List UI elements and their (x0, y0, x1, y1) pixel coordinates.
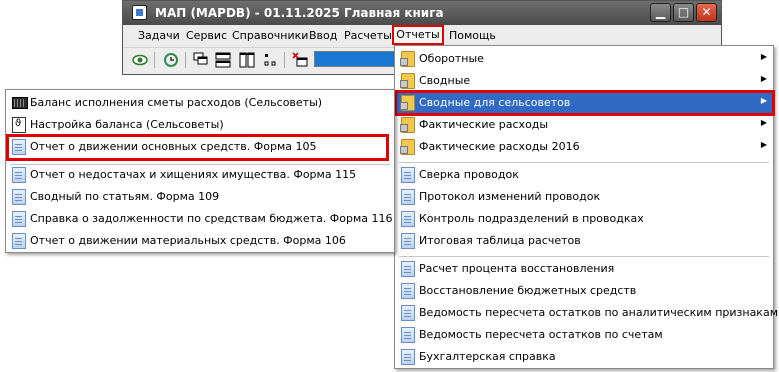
submenu-item-form-106[interactable]: Отчет о движении материальных средств. Ф… (6, 230, 394, 252)
menu-item-label: Восстановление бюджетных средств (419, 284, 637, 297)
menu-directories[interactable]: Справочники (232, 29, 308, 42)
menu-item-label: Контроль подразделений в проводках (419, 212, 644, 225)
menu-help[interactable]: Помощь (449, 29, 496, 42)
menu-item-label: Справка о задолженности по средствам бюд… (30, 212, 393, 225)
menu-item-actual-expenses[interactable]: Фактические расходы ▶ (395, 114, 773, 136)
folder-icon (400, 139, 415, 155)
menu-item-recount-analytic[interactable]: Ведомость пересчета остатков по аналитич… (395, 302, 778, 324)
tile-horizontal-icon[interactable] (215, 52, 231, 68)
menu-item-label: Отчет о движении материальных средств. Ф… (30, 234, 346, 247)
submenu-arrow-icon: ▶ (760, 52, 767, 61)
menu-item-label: Протокол изменений проводок (419, 190, 601, 203)
menu-item-budget-restore[interactable]: Восстановление бюджетных средств (395, 280, 773, 302)
menu-item-label: Бухгалтерская справка (419, 350, 556, 363)
menu-item-turnover[interactable]: Оборотные ▶ (395, 48, 773, 70)
document-icon (401, 167, 415, 183)
toolbar-separator (154, 52, 155, 68)
toolbar-separator (284, 52, 285, 68)
menu-item-label: Сводные (419, 74, 471, 87)
arrange-icon[interactable] (262, 52, 278, 68)
tile-vertical-icon[interactable] (239, 52, 255, 68)
document-icon (401, 189, 415, 205)
table-icon (12, 97, 28, 109)
maximize-button[interactable]: □ (673, 3, 694, 22)
app-icon[interactable] (132, 5, 147, 20)
submenu-item-form-116[interactable]: Справка о задолженности по средствам бюд… (6, 208, 394, 230)
highlight-outline (6, 134, 389, 161)
close-button[interactable]: ✕ (696, 3, 717, 22)
view-icon[interactable] (132, 52, 148, 68)
menu-item-label: Расчет процента восстановления (419, 262, 615, 275)
submenu-item-balance-settings[interactable]: Настройка баланса (Сельсоветы) (6, 114, 394, 136)
menu-separator (399, 162, 769, 163)
submenu-arrow-icon: ▶ (760, 74, 767, 83)
menu-bar: Задачи Сервис Справочники Ввод Расчеты О… (123, 25, 721, 47)
document-icon (401, 261, 415, 277)
toolbar-separator (185, 52, 186, 68)
submenu-arrow-icon: ▶ (760, 140, 767, 149)
folder-icon (400, 51, 415, 67)
menu-item-label: Оборотные (419, 52, 484, 65)
window-title: МАП (MAPDB) - 01.11.2025 Главная книга (155, 6, 444, 20)
document-icon (401, 283, 415, 299)
submenu-arrow-icon: ▶ (760, 118, 767, 127)
folder-icon (400, 73, 415, 89)
menu-item-label: Фактические расходы 2016 (419, 140, 580, 153)
menu-item-label: Ведомость пересчета остатков по аналитич… (419, 306, 778, 319)
menu-item-restore-percent[interactable]: Расчет процента восстановления (395, 258, 773, 280)
title-bar[interactable]: МАП (MAPDB) - 01.11.2025 Главная книга ▁… (123, 1, 721, 25)
document-icon (401, 327, 415, 343)
settings-document-icon (12, 117, 26, 133)
menu-item-change-log[interactable]: Протокол изменений проводок (395, 186, 773, 208)
menu-tasks[interactable]: Задачи (138, 29, 180, 42)
refresh-icon[interactable] (163, 52, 179, 68)
submenu-item-form-115[interactable]: Отчет о недостачах и хищениях имущества.… (6, 164, 394, 186)
menu-service[interactable]: Сервис (186, 29, 227, 42)
document-icon (12, 211, 26, 227)
menu-item-summary[interactable]: Сводные ▶ (395, 70, 773, 92)
close-all-icon[interactable] (292, 52, 308, 68)
menu-item-reconcile[interactable]: Сверка проводок (395, 164, 773, 186)
menu-calculations[interactable]: Расчеты (344, 29, 392, 42)
document-icon (401, 349, 415, 365)
menu-item-actual-expenses-2016[interactable]: Фактические расходы 2016 ▶ (395, 136, 773, 158)
document-icon (12, 167, 26, 183)
cascade-icon[interactable] (193, 52, 209, 68)
document-icon (401, 233, 415, 249)
folder-icon (400, 117, 415, 133)
reports-menu: Оборотные ▶ Сводные ▶ Сводные для сельсо… (394, 45, 778, 369)
highlight-outline (394, 90, 775, 116)
submenu-item-balance[interactable]: Баланс исполнения сметы расходов (Сельсо… (6, 92, 394, 114)
document-icon (401, 305, 415, 321)
document-icon (12, 233, 26, 249)
menu-item-label: Ведомость пересчета остатков по счетам (419, 328, 663, 341)
menu-separator (399, 256, 769, 257)
menu-item-dept-control[interactable]: Контроль подразделений в проводках (395, 208, 773, 230)
menu-item-label: Сводный по статьям. Форма 109 (30, 190, 220, 203)
village-submenu: Баланс исполнения сметы расходов (Сельсо… (5, 89, 395, 253)
document-icon (401, 211, 415, 227)
menu-item-label: Отчет о недостачах и хищениях имущества.… (30, 168, 357, 181)
minimize-button[interactable]: ▁ (650, 3, 671, 22)
menu-item-label: Сверка проводок (419, 168, 519, 181)
menu-reports[interactable]: Отчеты (392, 25, 444, 45)
document-icon (12, 189, 26, 205)
menu-item-total-table[interactable]: Итоговая таблица расчетов (395, 230, 773, 252)
menu-item-recount-accounts[interactable]: Ведомость пересчета остатков по счетам (395, 324, 773, 346)
menu-item-label: Фактические расходы (419, 118, 549, 131)
menu-item-label: Баланс исполнения сметы расходов (Сельсо… (30, 96, 323, 109)
submenu-item-form-109[interactable]: Сводный по статьям. Форма 109 (6, 186, 394, 208)
menu-item-label: Настройка баланса (Сельсоветы) (30, 118, 224, 131)
menu-item-label: Итоговая таблица расчетов (419, 234, 581, 247)
menu-item-accounting-note[interactable]: Бухгалтерская справка (395, 346, 773, 368)
menu-input[interactable]: Ввод (309, 29, 337, 42)
